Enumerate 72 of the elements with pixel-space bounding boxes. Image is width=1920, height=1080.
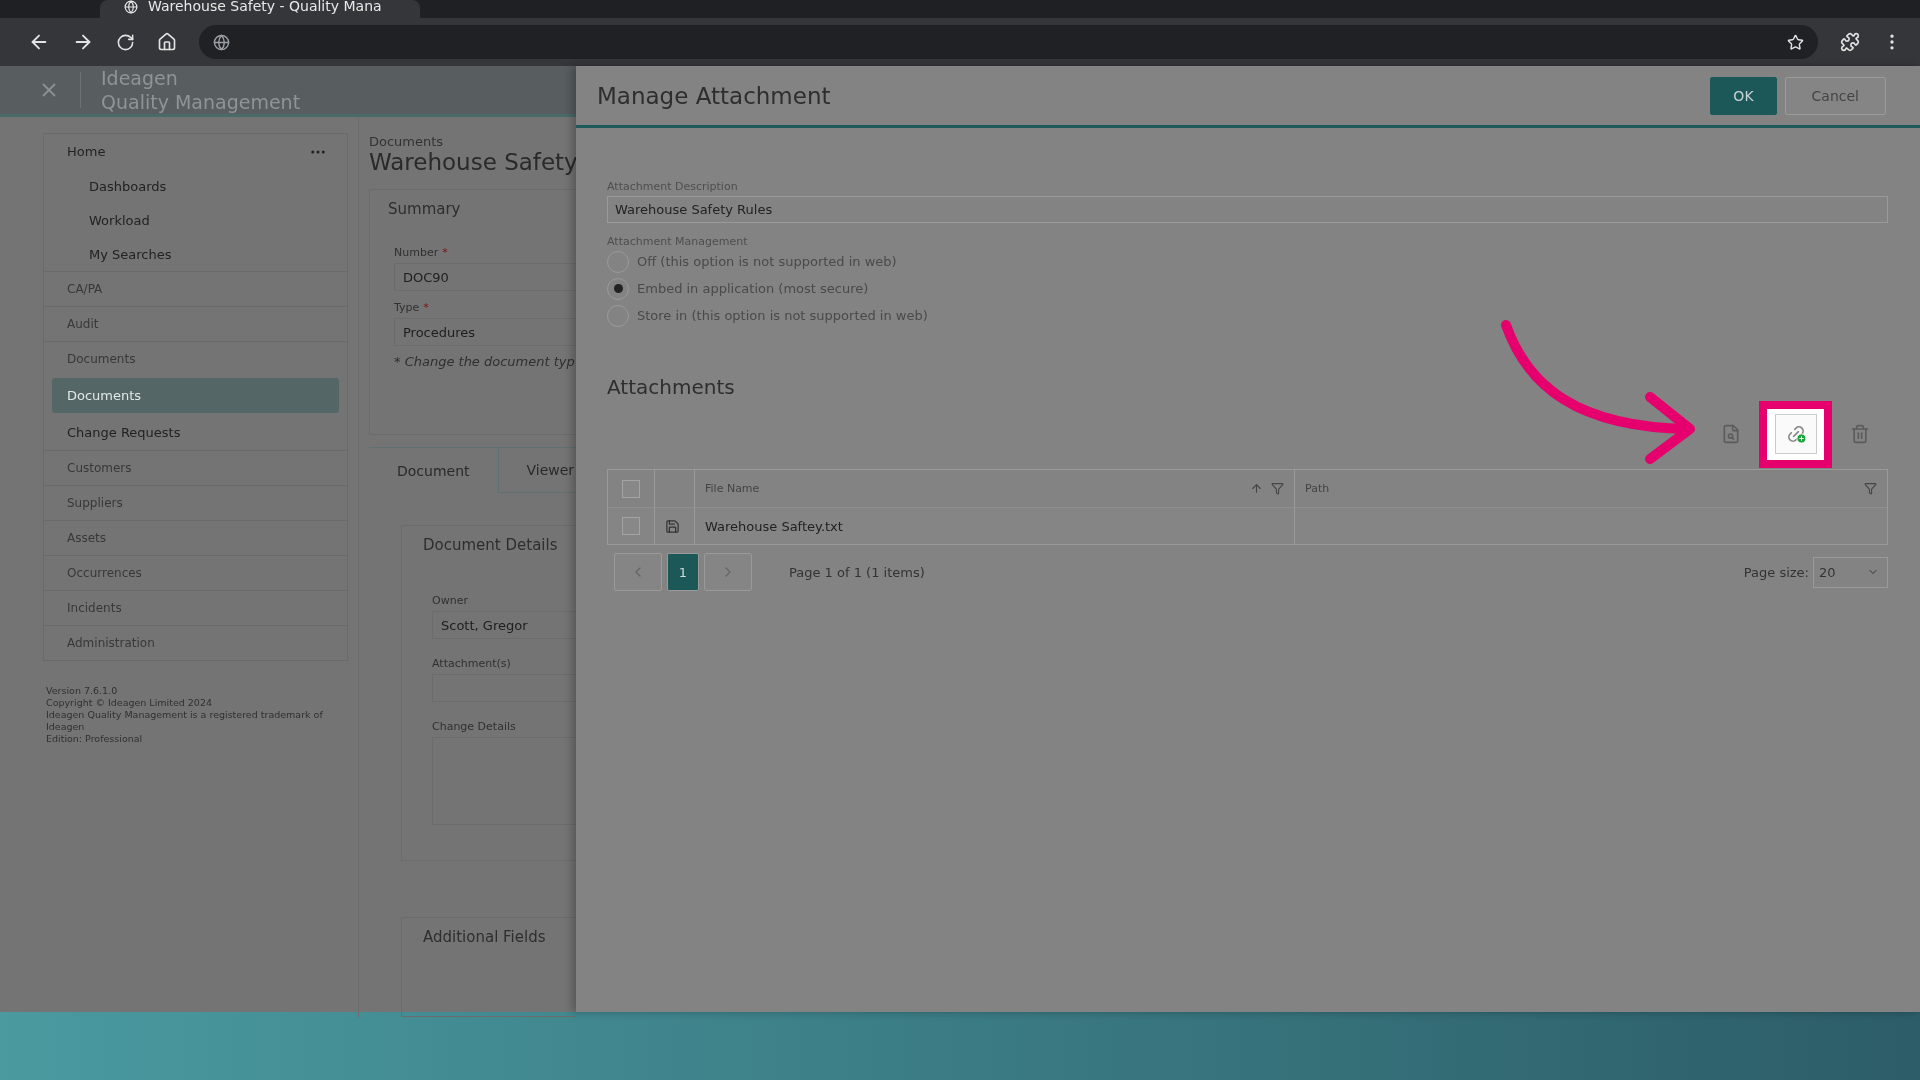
nav-item[interactable]: CA/PA	[44, 271, 347, 306]
ok-button[interactable]: OK	[1710, 76, 1777, 115]
home-icon[interactable]	[157, 32, 177, 52]
footer-text: Version 7.6.1.0	[46, 685, 119, 697]
field-label: Number	[394, 246, 439, 259]
field-label: Attachment(s)	[432, 657, 511, 670]
radio-label: Off (this option is not supported in web)	[637, 254, 897, 269]
tab[interactable]: Document	[369, 448, 498, 493]
nav-item[interactable]: Suppliers	[44, 485, 347, 520]
globe-icon	[213, 33, 230, 51]
footer-text: Copyright © Ideagen Limited 2024	[46, 697, 213, 709]
nav-item[interactable]: Change Requests	[44, 415, 347, 450]
extensions-icon[interactable]	[1840, 32, 1860, 52]
footer-text: Edition: Professional	[46, 733, 144, 745]
nav-item[interactable]: Administration	[44, 625, 347, 660]
field-label: Type	[394, 301, 420, 314]
nav-item[interactable]: Documents	[52, 378, 339, 413]
add-link-button[interactable]	[1774, 414, 1817, 454]
nav-item[interactable]: Documents	[44, 341, 347, 376]
input-field[interactable]	[432, 674, 576, 702]
browser-tab[interactable]: Warehouse Safety - Quality Mana	[100, 0, 420, 18]
checkbox[interactable]	[622, 479, 640, 498]
nav-item[interactable]: Assets	[44, 520, 347, 555]
required-marker: *	[423, 301, 429, 314]
card-heading: Summary	[388, 200, 462, 218]
input-field[interactable]: Procedures	[394, 318, 576, 346]
card-heading: Additional Fields	[423, 928, 547, 946]
column-header[interactable]: Path	[1305, 482, 1330, 495]
section-heading: Attachments	[607, 375, 736, 399]
required-marker: *	[442, 246, 448, 259]
page-size-label: Page size:	[1743, 564, 1809, 580]
column-header[interactable]: File Name	[705, 482, 760, 495]
nav-item[interactable]: Dashboards	[44, 169, 347, 203]
page-button[interactable]: 1	[667, 553, 699, 591]
reload-icon[interactable]	[116, 32, 135, 52]
nav-item[interactable]: Customers	[44, 450, 347, 485]
nav-item[interactable]: Audit	[44, 306, 347, 341]
file-search-icon[interactable]	[1721, 424, 1741, 444]
table-cell: Warehouse Saftey.txt	[695, 508, 1295, 544]
brand-name: Ideagen	[101, 66, 179, 90]
breadcrumb: Documents	[369, 135, 445, 149]
dialog-title: Manage Attachment	[597, 82, 831, 109]
nav-item[interactable]: Occurrences	[44, 555, 347, 590]
bookmark-star-icon[interactable]	[1787, 33, 1804, 51]
stored-file-icon	[665, 518, 680, 534]
input-field[interactable]: Scott, Gregor	[432, 611, 576, 639]
delete-icon[interactable]	[1850, 424, 1870, 444]
input-field[interactable]: Warehouse Safety Rules	[607, 196, 1888, 223]
nav-item[interactable]: My Searches	[44, 237, 347, 271]
nav-item[interactable]: Workload	[44, 203, 347, 237]
input-field[interactable]: DOC90	[394, 263, 576, 291]
radio-label: Store in (this option is not supported in web)	[637, 308, 928, 323]
globe-icon	[124, 0, 138, 14]
cancel-button[interactable]: Cancel	[1784, 76, 1886, 115]
nav-item[interactable]: Incidents	[44, 590, 347, 625]
plus-icon	[1795, 433, 1807, 444]
radio-label: Embed in application (most secure)	[637, 281, 869, 296]
field-label: Owner	[432, 594, 468, 607]
filter-icon[interactable]	[1271, 482, 1284, 495]
checkbox[interactable]	[622, 517, 640, 535]
nav-item[interactable]: Home	[44, 134, 347, 169]
field-label: Change Details	[432, 720, 516, 733]
card-heading: Document Details	[423, 536, 559, 554]
page-size-value: 20	[1819, 564, 1836, 580]
page-size-select[interactable]: 20	[1813, 556, 1888, 588]
nav-label: Home	[67, 144, 106, 159]
product-name: Quality Management	[101, 90, 301, 114]
footer-text: Ideagen Quality Management is a registered trademark of Ideagen	[46, 709, 324, 733]
filter-icon[interactable]	[1864, 482, 1877, 495]
hint-text: * Change the document typ	[394, 354, 576, 369]
sort-icon[interactable]	[1250, 482, 1263, 495]
pager-summary: Page 1 of 1 (1 items)	[789, 564, 926, 580]
